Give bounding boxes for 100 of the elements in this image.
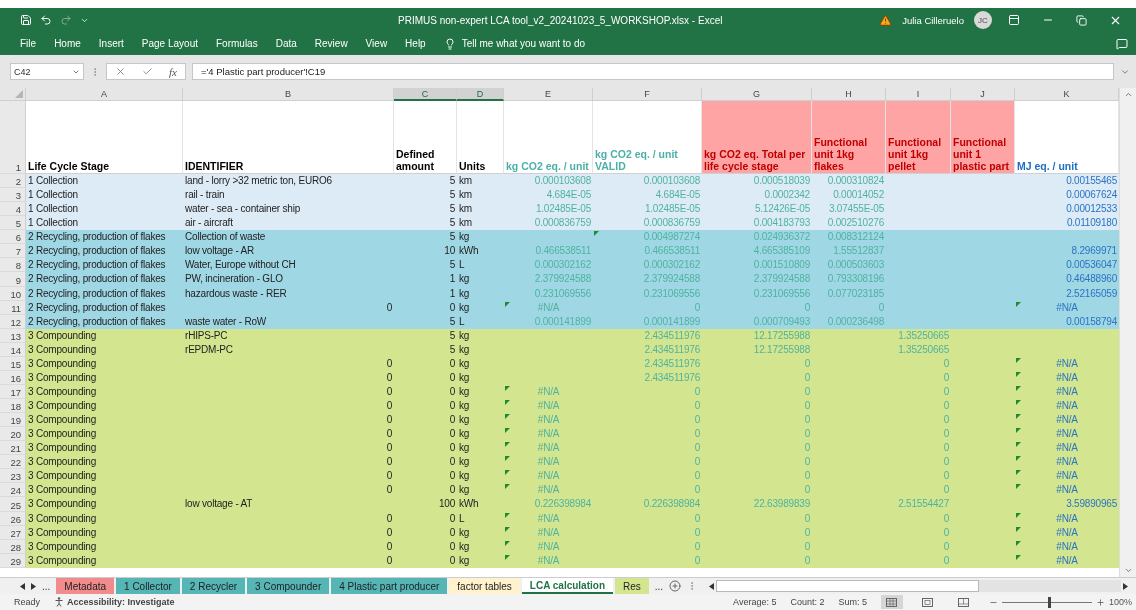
column-header[interactable]: F [593,88,702,101]
row-number[interactable]: 23 [0,469,26,484]
row-number[interactable]: 7 [0,244,26,259]
sheet-tab[interactable]: 3 Compounder [247,578,330,594]
scroll-down-icon[interactable] [1123,566,1133,575]
scroll-right-icon[interactable] [1123,582,1128,590]
column-header[interactable]: C [394,88,457,101]
cancel-icon[interactable] [115,66,126,77]
table-cell: 0.466538511 [644,245,700,257]
ribbon-tab[interactable]: Review [314,38,348,49]
table-cell: #N/A [1056,400,1078,411]
table-cell: kg [459,273,470,285]
more-sheets-button[interactable]: ... [654,580,664,592]
row-number[interactable]: 1 [0,101,26,174]
lightbulb-icon[interactable] [443,37,456,50]
table-cell: kWh [459,245,479,257]
accessibility-status[interactable]: Accessibility: Investigate [67,597,175,607]
row-number[interactable]: 24 [0,483,26,498]
page-layout-icon [922,597,934,607]
warning-icon[interactable] [879,13,893,27]
sheet-tab[interactable]: factor tables [449,578,520,594]
ribbon-display-icon[interactable] [1008,14,1020,26]
table-cell: 10 [444,245,455,257]
column-header[interactable]: I [886,88,951,101]
row-number[interactable]: 2 [0,174,26,189]
table-cell: 0 [449,301,455,313]
undo-icon[interactable] [40,14,52,26]
name-box[interactable]: C42 [10,63,84,80]
zoom-thumb[interactable] [1047,596,1051,608]
row-number[interactable]: 19 [0,413,26,428]
table-cell: 0.000236498 [827,315,884,327]
column-header[interactable]: E [504,88,593,101]
add-sheet-icon[interactable] [669,580,682,592]
table-cell: 0.00536047 [1066,259,1117,271]
scroll-up-icon[interactable] [1123,90,1133,99]
column-header[interactable]: B [183,88,394,101]
table-cell: 0 [386,512,392,524]
insert-function-button[interactable]: fx [169,65,177,78]
restore-icon[interactable] [1076,14,1087,26]
column-header[interactable]: H [812,88,886,101]
ribbon-tab[interactable]: Data [275,38,297,49]
row-number[interactable]: 4 [0,202,26,217]
table-cell: 0 [386,371,392,383]
column-header[interactable]: J [951,88,1015,101]
zoom-level[interactable]: 100% [1108,597,1132,607]
formula-field[interactable]: ='4 Plastic part producer'!C19 [192,63,1114,80]
sheet-tab[interactable]: LCA calculation [521,578,613,594]
accessibility-icon[interactable] [54,597,64,607]
ribbon-tab[interactable]: View [365,38,388,49]
column-title: kg CO2 eq. / unit [506,160,589,172]
enter-icon[interactable] [142,66,153,77]
ribbon-tab[interactable]: Page Layout [141,38,198,49]
row-number[interactable]: 9 [0,272,26,287]
table-cell: PW, incineration - GLO [185,273,283,285]
horizontal-scrollbar[interactable] [716,580,1121,592]
column-header[interactable]: G [702,88,812,101]
column-header[interactable]: K [1015,88,1119,101]
table-cell: 0 [804,554,810,566]
row-number[interactable]: 18 [0,399,26,414]
table-cell: 0 [943,442,949,454]
more-sheets-button[interactable]: ... [42,580,51,592]
previous-sheet-icon[interactable] [20,582,25,590]
sheet-tab[interactable]: 1 Collector [116,578,180,594]
row-number[interactable]: 25 [0,497,26,512]
row-number[interactable]: 5 [0,216,26,231]
ribbon-tab[interactable]: Formulas [216,38,258,49]
table-cell: 0.000310824 [827,175,884,186]
ribbon-tab[interactable]: File [20,38,37,49]
table-cell: #N/A [1056,428,1078,440]
tell-me-search[interactable]: Tell me what you want to do [461,38,586,49]
row-number[interactable]: 3 [0,188,26,203]
row-number[interactable]: 21 [0,441,26,456]
column-header[interactable]: A [26,88,183,101]
sheet-tab[interactable]: Res [615,578,649,594]
column-header[interactable]: D [457,88,504,101]
save-icon[interactable] [20,14,32,26]
table-cell: 0 [386,526,392,538]
table-cell: 0.000836759 [534,217,591,229]
sheet-tab[interactable]: 2 Recycler [181,578,246,594]
row-number[interactable]: 6 [0,230,26,245]
table-cell: 3 Compounding [28,414,96,426]
sheet-tab[interactable]: 4 Plastic part producer [331,578,448,594]
vertical-scrollbar[interactable] [1119,88,1136,577]
table-cell: 0 [694,385,700,397]
table-cell: 1.55512837 [833,245,884,257]
next-sheet-icon[interactable] [31,582,36,590]
ribbon-tab[interactable]: Help [405,38,426,49]
comments-icon[interactable] [1116,37,1128,50]
redo-icon[interactable] [60,14,72,26]
sheet-tab[interactable]: Metadata [56,578,115,594]
user-avatar[interactable]: JC [974,11,992,29]
ribbon-tab[interactable]: Insert [98,38,124,49]
row-number[interactable]: 20 [0,427,26,442]
row-number[interactable]: 8 [0,258,26,273]
ribbon-tab[interactable]: Home [54,38,81,49]
zoom-in-icon[interactable] [1095,597,1105,607]
table-cell: 5 [449,231,455,243]
row-number[interactable]: 22 [0,455,26,470]
table-cell: 0.000141899 [534,315,591,327]
view-button[interactable] [880,595,903,609]
